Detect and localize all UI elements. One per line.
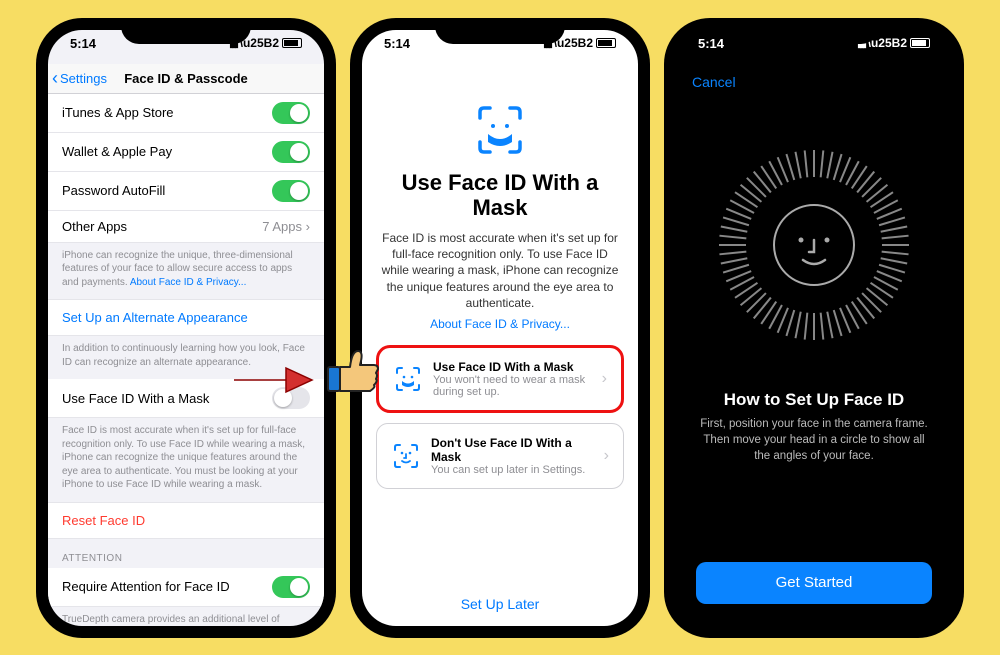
- section-header: ATTENTION: [48, 539, 324, 568]
- privacy-link[interactable]: About Face ID & Privacy...: [130, 277, 247, 288]
- row-require-attention: Require Attention for Face ID: [48, 568, 324, 607]
- row-label: Require Attention for Face ID: [62, 579, 230, 594]
- row-label: Other Apps: [62, 219, 127, 234]
- title: How to Set Up Face ID: [676, 390, 952, 410]
- row-label: Use Face ID With a Mask: [62, 391, 209, 406]
- notch: [121, 18, 251, 44]
- row-other-apps[interactable]: Other Apps 7 Apps ›: [48, 211, 324, 243]
- thumbs-up-annotation: [322, 337, 386, 406]
- toggle-wallet[interactable]: [272, 141, 310, 163]
- body-text: First, position your face in the camera …: [694, 416, 934, 464]
- row-label: Wallet & Apple Pay: [62, 144, 172, 159]
- card-subtitle: You won't need to wear a mask during set…: [433, 374, 592, 398]
- row-wallet: Wallet & Apple Pay: [48, 133, 324, 172]
- toggle-require-attention[interactable]: [272, 576, 310, 598]
- card-subtitle: You can set up later in Settings.: [431, 464, 594, 476]
- row-value: 7 Apps: [262, 219, 302, 234]
- row-autofill: Password AutoFill: [48, 172, 324, 211]
- page-title: Face ID & Passcode: [124, 71, 248, 86]
- notch: [749, 18, 879, 44]
- notch: [435, 18, 565, 44]
- dont-use-mask-button[interactable]: Don't Use Face ID With a MaskYou can set…: [376, 423, 624, 489]
- get-started-button[interactable]: Get Started: [696, 562, 932, 604]
- status-time: 5:14: [698, 36, 724, 51]
- footer-text: Face ID is most accurate when it's set u…: [48, 418, 324, 502]
- faceid-mask-icon: [474, 104, 526, 156]
- title: Use Face ID With a Mask: [376, 170, 624, 221]
- cancel-button[interactable]: Cancel: [692, 74, 736, 90]
- row-label: iTunes & App Store: [62, 105, 174, 120]
- toggle-itunes[interactable]: [272, 102, 310, 124]
- chevron-right-icon: ›: [602, 370, 607, 388]
- privacy-link[interactable]: About Face ID & Privacy...: [430, 317, 570, 331]
- card-title: Use Face ID With a Mask: [433, 360, 592, 374]
- row-itunes: iTunes & App Store: [48, 94, 324, 133]
- nav-bar: ‹Settings Face ID & Passcode: [48, 64, 324, 94]
- setup-later-button[interactable]: Set Up Later: [362, 596, 638, 612]
- toggle-autofill[interactable]: [272, 180, 310, 202]
- alternate-appearance-button[interactable]: Set Up an Alternate Appearance: [48, 299, 324, 336]
- phone-settings: 5:14 \u25B2 ‹Settings Face ID & Passcode…: [36, 18, 336, 638]
- phone-mask-setup: 5:14 \u25B2 Use Face ID With a Mask Face…: [350, 18, 650, 638]
- footer-text: iPhone can recognize the unique, three-d…: [48, 243, 324, 300]
- chevron-left-icon: ‹: [52, 69, 58, 87]
- chevron-right-icon: ›: [604, 447, 609, 465]
- back-button[interactable]: ‹Settings: [48, 69, 107, 87]
- body-text: Face ID is most accurate when it's set u…: [376, 230, 624, 311]
- faceid-mask-icon: [393, 364, 423, 394]
- back-label: Settings: [60, 71, 107, 86]
- phone-faceid-scan: 5:14 \u25B2 Cancel How to Set Up Face ID…: [664, 18, 964, 638]
- arrow-annotation: [232, 362, 314, 403]
- status-time: 5:14: [384, 36, 410, 51]
- chevron-right-icon: ›: [306, 219, 310, 234]
- use-mask-button[interactable]: Use Face ID With a MaskYou won't need to…: [376, 345, 624, 413]
- row-label: Password AutoFill: [62, 183, 165, 198]
- footer-text: TrueDepth camera provides an additional …: [48, 607, 324, 626]
- faceid-icon: [391, 441, 421, 471]
- card-title: Don't Use Face ID With a Mask: [431, 436, 594, 464]
- status-time: 5:14: [70, 36, 96, 51]
- face-scan-graphic: [709, 140, 919, 350]
- reset-faceid-button[interactable]: Reset Face ID: [48, 502, 324, 539]
